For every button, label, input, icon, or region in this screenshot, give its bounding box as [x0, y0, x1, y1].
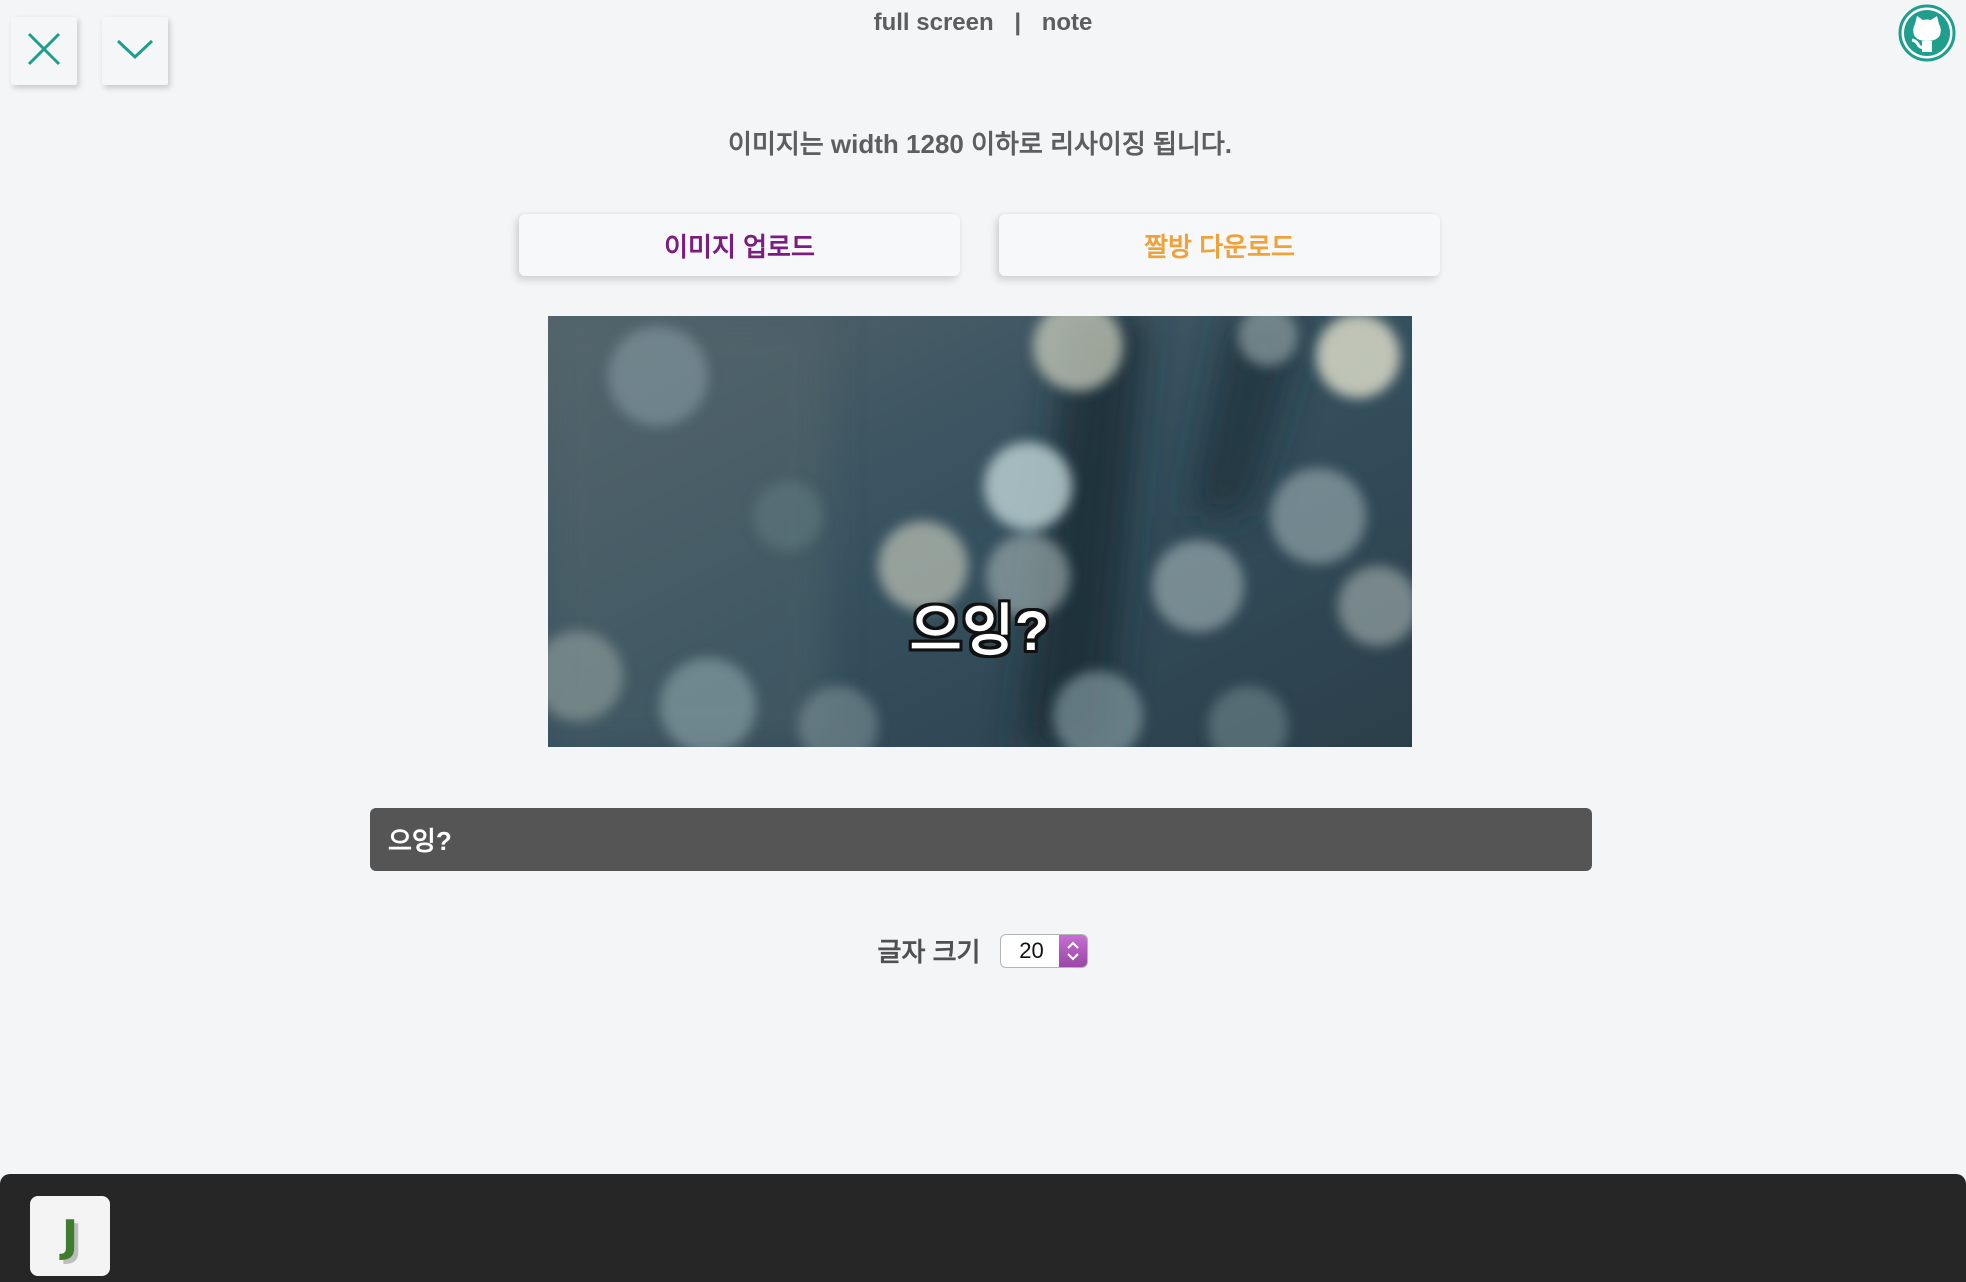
- app-launcher-button[interactable]: J: [30, 1196, 110, 1276]
- github-link[interactable]: [1898, 4, 1956, 62]
- stepper-arrows-icon[interactable]: [1059, 934, 1088, 967]
- top-nav: full screen | note: [0, 6, 1966, 40]
- github-icon: [1898, 4, 1956, 66]
- caption-text-input[interactable]: 으잉?: [370, 808, 1592, 871]
- chevron-down-icon: [116, 38, 154, 65]
- font-size-control: 글자 크기 20: [0, 932, 1966, 969]
- note-link[interactable]: note: [1042, 9, 1093, 36]
- bokeh-background: [548, 316, 1412, 747]
- app-logo-icon: J: [61, 1210, 79, 1262]
- image-upload-button[interactable]: 이미지 업로드: [519, 214, 960, 276]
- nav-separator: |: [1014, 9, 1022, 36]
- font-size-value[interactable]: 20: [1001, 938, 1059, 964]
- full-screen-link[interactable]: full screen: [874, 9, 994, 36]
- font-size-stepper[interactable]: 20: [1000, 933, 1089, 968]
- bottom-dock: J: [0, 1174, 1966, 1282]
- font-size-label: 글자 크기: [877, 937, 981, 967]
- meme-preview-image: 으잉?: [548, 316, 1412, 747]
- meme-download-button[interactable]: 짤방 다운로드: [999, 214, 1440, 276]
- meme-caption-overlay: 으잉?: [909, 599, 1051, 662]
- resize-info-text: 이미지는 width 1280 이하로 리사이징 됩니다.: [728, 129, 1232, 159]
